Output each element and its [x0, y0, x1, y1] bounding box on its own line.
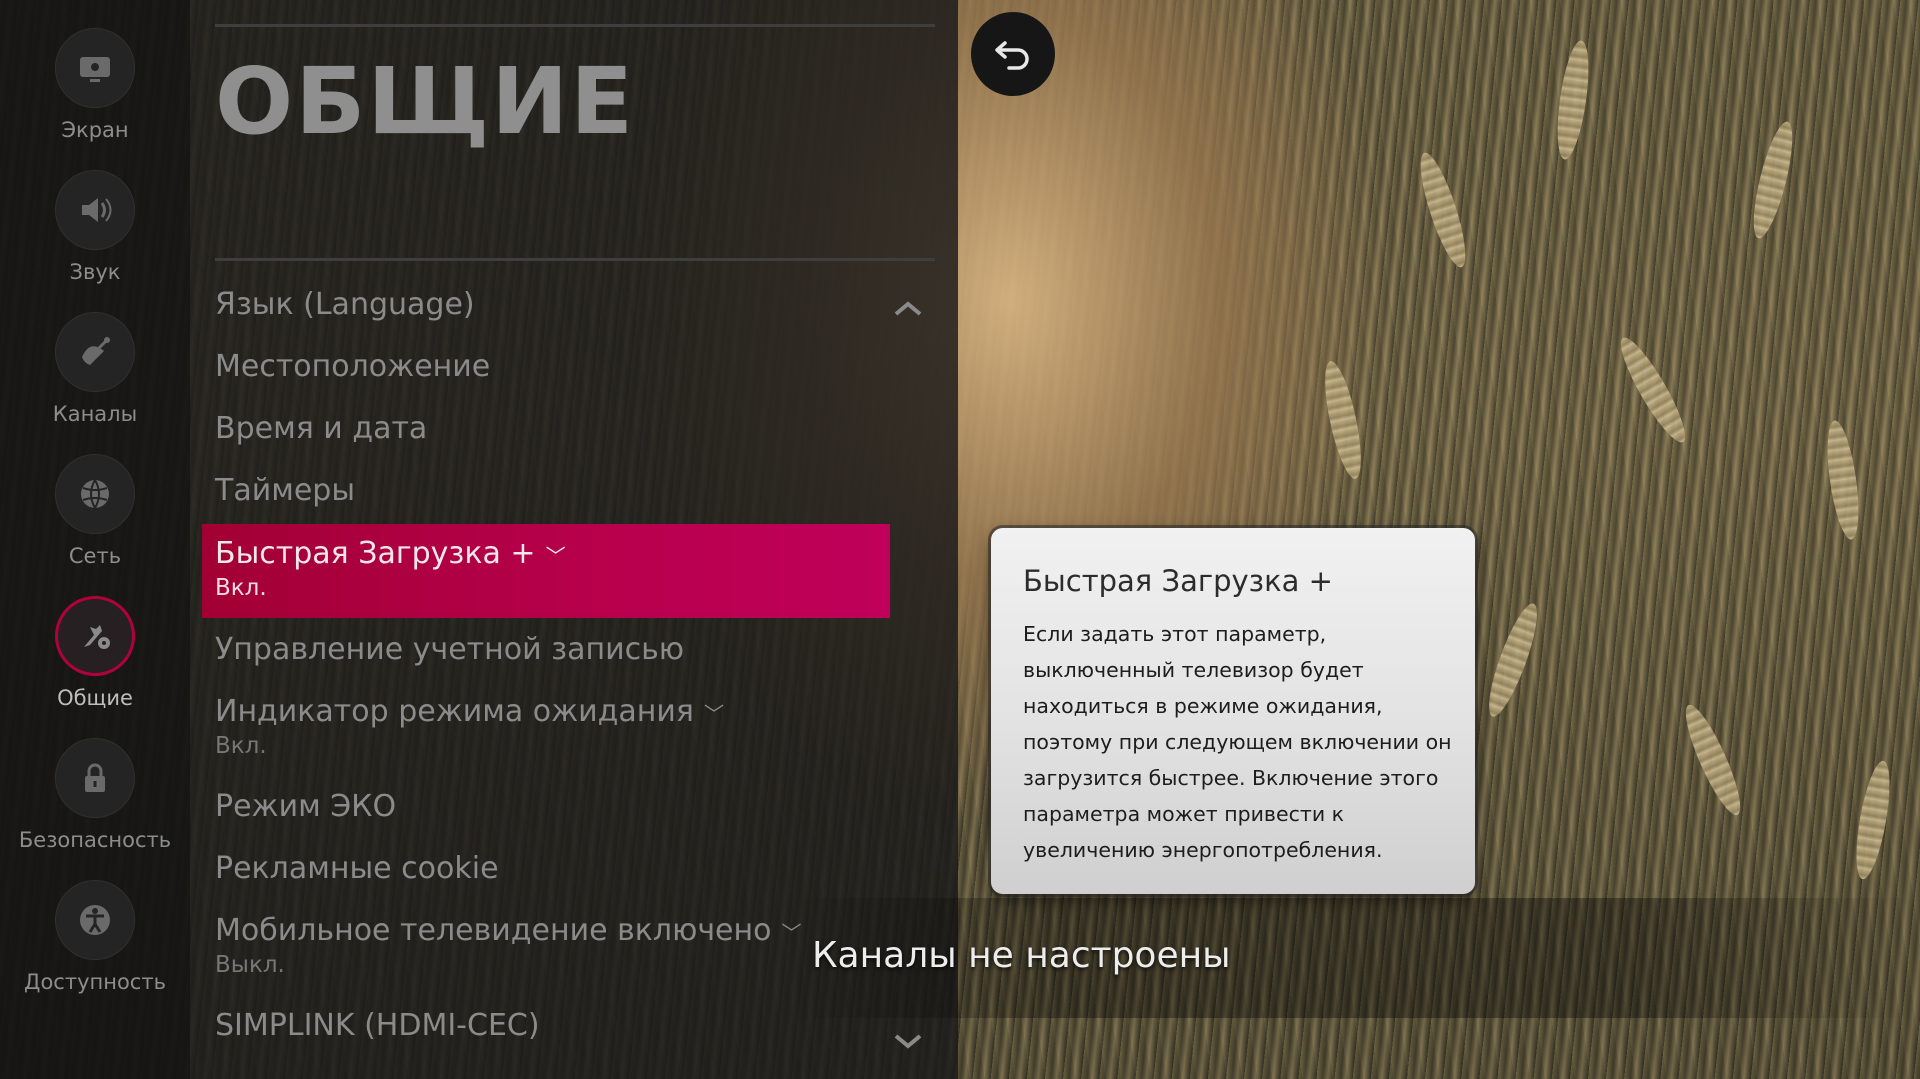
menu-item-label: Индикатор режима ожидания: [215, 694, 694, 729]
menu-item-label: SIMPLINK (HDMI-CEC): [215, 1008, 540, 1043]
rail-label: Безопасность: [18, 828, 172, 852]
rail-label: Доступность: [24, 970, 166, 994]
wheat-decoration: [1317, 358, 1369, 482]
rail-label: Каналы: [52, 402, 138, 426]
help-tooltip: Быстрая Загрузка + Если задать этот пара…: [991, 528, 1475, 894]
no-channels-message: Каналы не настроены: [812, 935, 1231, 976]
rail-item-security[interactable]: Безопасность: [0, 738, 190, 852]
rail-item-sound[interactable]: Звук: [0, 170, 190, 284]
tooltip-body: Если задать этот параметр, выключенный т…: [1023, 622, 1452, 862]
page-title: ОБЩИЕ: [215, 48, 636, 155]
settings-category-rail: Экран Звук Каналы Сеть Общие Безопасност…: [0, 0, 190, 1079]
chevron-down-icon: ﹀: [703, 702, 724, 726]
accessibility-icon: [55, 880, 135, 960]
wheat-decoration: [1611, 331, 1695, 449]
rail-label: Экран: [61, 118, 129, 142]
wheat-decoration: [1551, 38, 1595, 162]
menu-item-location[interactable]: Местоположение: [215, 349, 895, 384]
wheat-decoration: [1676, 699, 1750, 821]
back-arrow-icon: [995, 41, 1029, 70]
menu-item-quick-start[interactable]: Быстрая Загрузка + ﹀ Вкл.: [202, 524, 890, 618]
back-button[interactable]: [971, 12, 1055, 96]
rail-item-screen[interactable]: Экран: [0, 28, 190, 142]
menu-item-language[interactable]: Язык (Language): [215, 287, 895, 322]
rail-item-accessibility[interactable]: Доступность: [0, 880, 190, 994]
rail-label: Звук: [69, 260, 121, 284]
screen-icon: [55, 28, 135, 108]
menu-item-eco-mode[interactable]: Режим ЭКО: [215, 789, 895, 824]
menu-item-ad-cookies[interactable]: Рекламные cookie: [215, 851, 895, 886]
menu-item-label: Таймеры: [215, 473, 356, 508]
menu-item-label: Время и дата: [215, 411, 428, 446]
menu-item-value: Вкл.: [215, 733, 267, 759]
menu-item-standby-light[interactable]: Индикатор режима ожидания ﹀ Вкл.: [215, 694, 895, 759]
tooltip-title: Быстрая Загрузка +: [1023, 564, 1333, 598]
chevron-up-icon[interactable]: [890, 294, 926, 318]
lock-icon: [55, 738, 135, 818]
divider: [215, 24, 935, 27]
chevron-down-icon: ﹀: [545, 544, 566, 568]
menu-item-label: Быстрая Загрузка +: [215, 536, 536, 571]
menu-item-timers[interactable]: Таймеры: [215, 473, 895, 508]
menu-item-label: Рекламные cookie: [215, 851, 499, 886]
wheat-decoration: [1745, 118, 1801, 242]
menu-item-time-date[interactable]: Время и дата: [215, 411, 895, 446]
wheat-decoration: [1849, 758, 1897, 882]
rail-item-network[interactable]: Сеть: [0, 454, 190, 568]
menu-item-value: Вкл.: [215, 575, 267, 601]
chevron-down-icon[interactable]: [890, 1028, 926, 1052]
channels-icon: [55, 312, 135, 392]
general-settings-icon: [55, 596, 135, 676]
rail-item-channels[interactable]: Каналы: [0, 312, 190, 426]
menu-item-label: Мобильное телевидение включено: [215, 913, 772, 948]
rail-label: Общие: [57, 686, 133, 710]
divider: [215, 258, 935, 261]
menu-item-label: Язык (Language): [215, 287, 475, 322]
menu-item-label: Местоположение: [215, 349, 491, 384]
wheat-decoration: [1480, 599, 1546, 721]
rail-item-general[interactable]: Общие: [0, 596, 190, 710]
menu-item-account[interactable]: Управление учетной записью: [215, 632, 895, 667]
menu-item-label: Управление учетной записью: [215, 632, 685, 667]
rail-label: Сеть: [68, 544, 122, 568]
network-icon: [55, 454, 135, 534]
sound-icon: [55, 170, 135, 250]
wheat-decoration: [1412, 148, 1474, 272]
menu-item-label: Режим ЭКО: [215, 789, 397, 824]
wheat-decoration: [1821, 418, 1865, 542]
